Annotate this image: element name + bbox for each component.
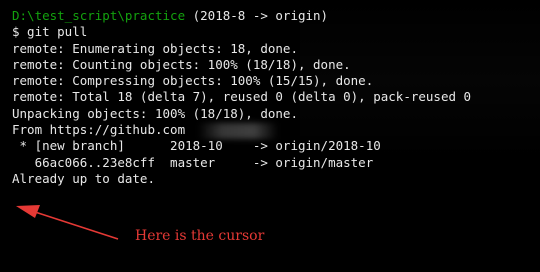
arrow-icon — [16, 205, 119, 240]
cursor-annotation: Here is the cursor — [135, 228, 265, 244]
